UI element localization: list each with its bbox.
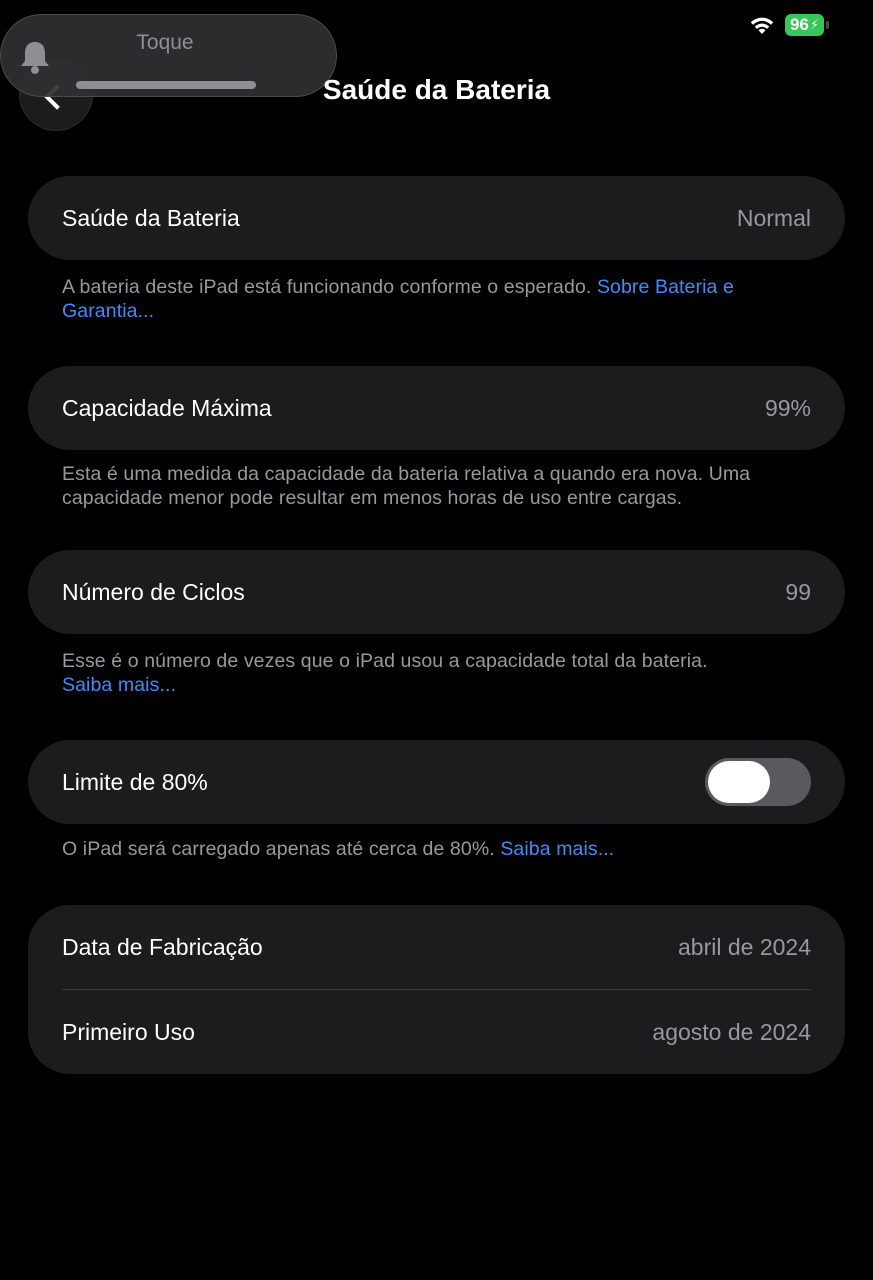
limit-learn-more-link[interactable]: Saiba mais... [500,838,614,860]
cycle-count-card: Número de Ciclos 99 [28,550,845,634]
charge-limit-row: Limite de 80% [28,740,845,824]
battery-health-row: Saúde da Bateria Normal [28,176,845,260]
max-capacity-value: 99% [764,394,811,421]
bolt-icon: ⚡ [809,17,819,32]
bell-icon [21,42,49,74]
charge-limit-footnote: O iPad será carregado apenas até cerca d… [62,838,615,860]
max-capacity-label: Capacidade Máxima [62,394,272,421]
battery-health-footnote: A bateria deste iPad está funcionando co… [62,276,734,322]
battery-health-card: Saúde da Bateria Normal [28,176,845,260]
first-use-label: Primeiro Uso [62,1018,195,1045]
cycle-count-row: Número de Ciclos 99 [28,550,845,634]
battery-percent: 96 [789,15,809,34]
status-bar: 96 ⚡ [749,14,829,36]
battery-health-screen: 96 ⚡ Toque Saúde da Bateria Saúde da Bat… [0,0,873,1280]
manufacture-date-row: Data de Fabricação abril de 2024 [28,905,845,989]
battery-dates-card: Data de Fabricação abril de 2024 Primeir… [28,905,845,1074]
battery-health-label: Saúde da Bateria [62,204,240,231]
charge-limit-card: Limite de 80% [28,740,845,824]
manufacture-date-value: abril de 2024 [678,933,811,960]
battery-health-value: Normal [736,204,811,231]
first-use-row: Primeiro Uso agosto de 2024 [28,990,845,1074]
cycle-count-value: 99 [785,578,811,605]
ringer-label: Toque [136,31,194,54]
max-capacity-row: Capacidade Máxima 99% [28,366,845,450]
cycle-count-label: Número de Ciclos [62,578,245,605]
charge-limit-toggle[interactable] [705,758,811,806]
first-use-value: agosto de 2024 [652,1018,811,1045]
page-title: Saúde da Bateria [322,74,551,105]
wifi-icon [750,17,774,34]
toggle-knob [708,761,770,803]
cycle-learn-more-link[interactable]: Saiba mais... [62,674,176,696]
manufacture-date-label: Data de Fabricação [62,933,263,960]
charge-limit-label: Limite de 80% [62,768,208,795]
battery-indicator: 96 ⚡ [784,14,829,36]
cycle-count-footnote: Esse é o número de vezes que o iPad usou… [62,650,708,696]
max-capacity-card: Capacidade Máxima 99% [28,366,845,450]
max-capacity-footnote: Esta é uma medida da capacidade da bater… [62,463,751,509]
